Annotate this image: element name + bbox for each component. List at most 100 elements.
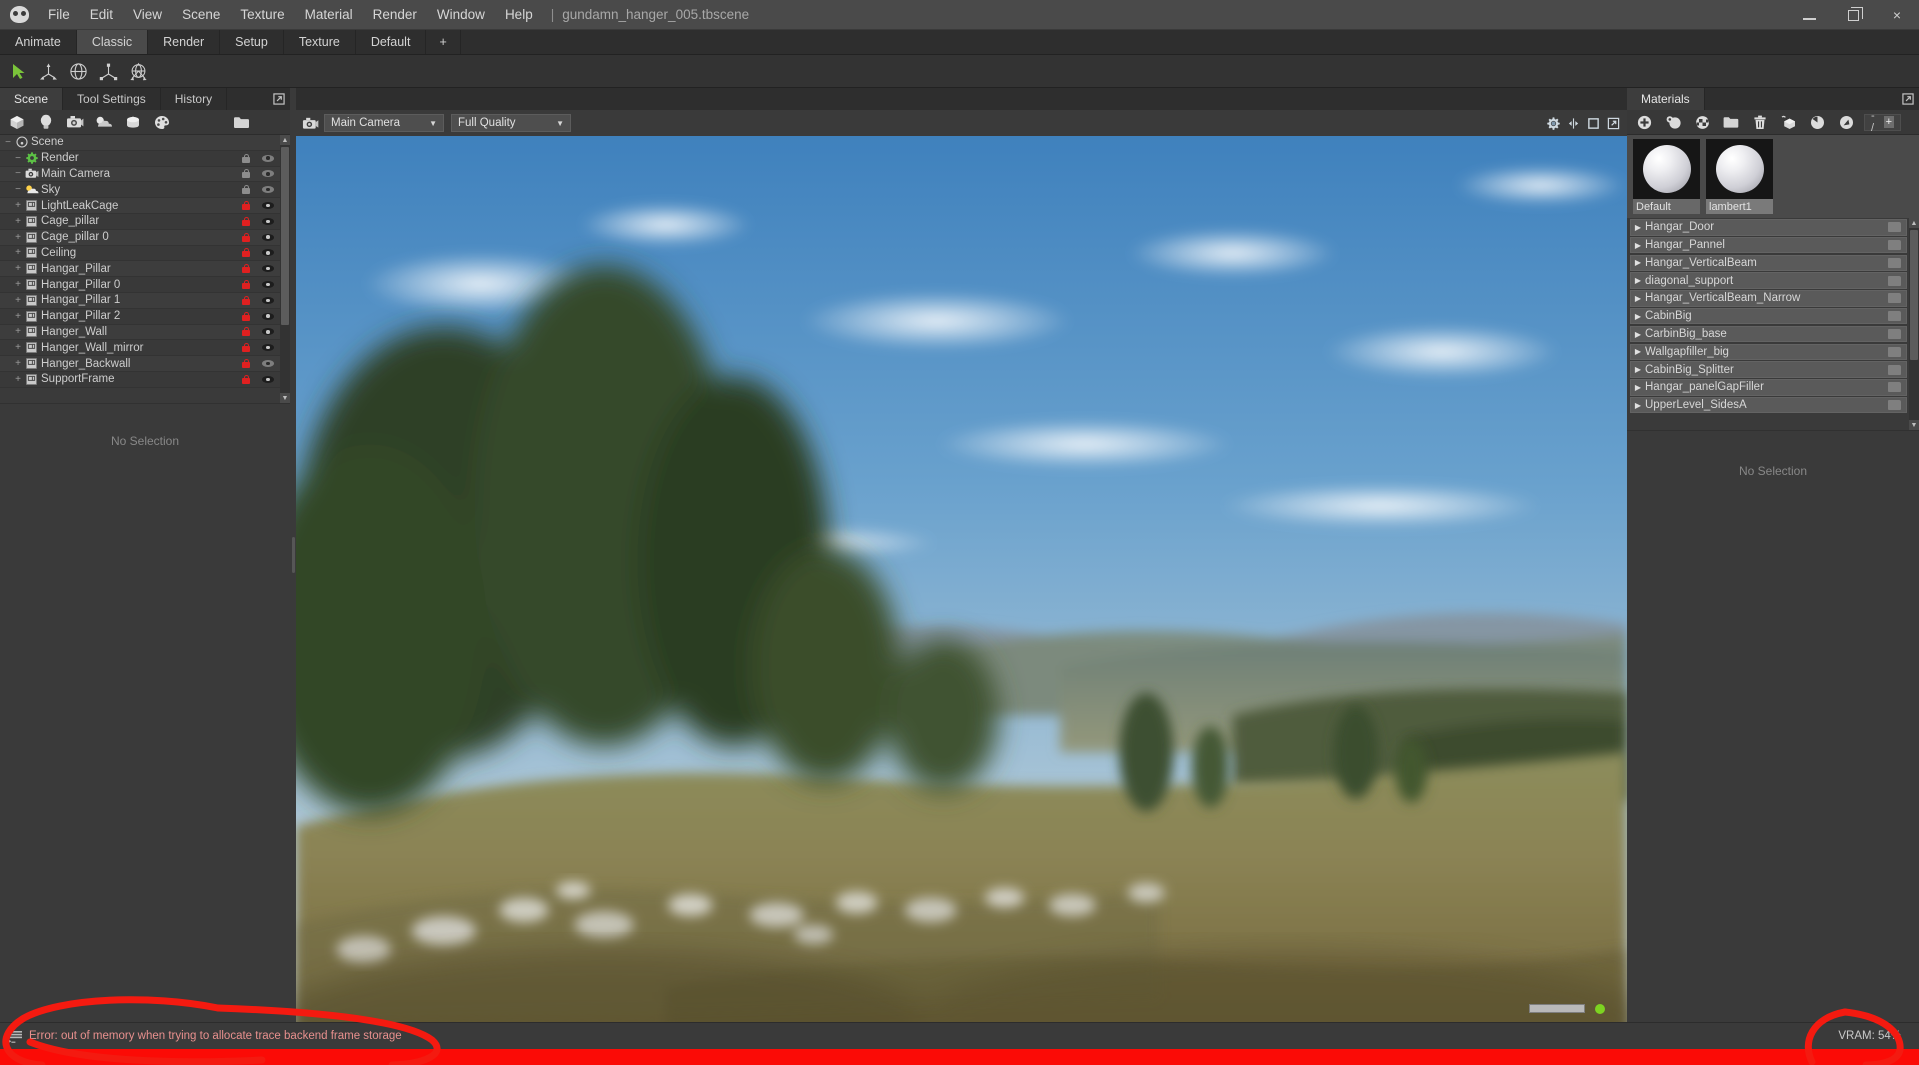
visibility-toggle[interactable] bbox=[257, 296, 279, 304]
expand-icon[interactable]: + bbox=[12, 342, 24, 353]
visibility-toggle[interactable] bbox=[257, 375, 279, 383]
layout-tab-render[interactable]: Render bbox=[148, 30, 221, 54]
expand-icon[interactable]: + bbox=[12, 216, 24, 227]
import-folder-button[interactable] bbox=[230, 112, 252, 133]
scene-tree-item[interactable]: − Scene bbox=[0, 135, 280, 151]
assign-material-button[interactable] bbox=[1778, 112, 1800, 133]
expand-triangle-icon[interactable]: ▶ bbox=[1631, 241, 1645, 250]
scene-tree-item[interactable]: + Hangar_Pillar 0 bbox=[0, 277, 280, 293]
lock-toggle[interactable] bbox=[235, 374, 257, 384]
menu-texture[interactable]: Texture bbox=[230, 1, 294, 28]
folder-icon[interactable] bbox=[1886, 292, 1903, 305]
menu-view[interactable]: View bbox=[123, 1, 172, 28]
scale-tool[interactable] bbox=[95, 58, 122, 85]
lock-toggle[interactable] bbox=[235, 327, 257, 337]
visibility-toggle[interactable] bbox=[257, 328, 279, 336]
material-list-item[interactable]: ▶ Hangar_Door bbox=[1630, 219, 1907, 236]
expand-icon[interactable]: + bbox=[12, 200, 24, 211]
material-count-field[interactable]: - / + bbox=[1864, 110, 1901, 134]
scroll-down-arrow[interactable]: ▼ bbox=[1909, 420, 1919, 430]
console-icon[interactable] bbox=[7, 1030, 23, 1043]
add-object-button[interactable] bbox=[122, 112, 144, 133]
visibility-toggle[interactable] bbox=[257, 265, 279, 273]
expand-triangle-icon[interactable]: ▶ bbox=[1631, 347, 1645, 356]
material-thumbnail[interactable]: lambert1 bbox=[1706, 139, 1773, 218]
material-list[interactable]: ▶ Hangar_Door ▶ Hangar_Pannel ▶ Hangar_Vertic… bbox=[1627, 218, 1919, 430]
close-button[interactable]: × bbox=[1875, 0, 1919, 30]
expand-triangle-icon[interactable]: ▶ bbox=[1631, 365, 1645, 374]
scene-tree-item[interactable]: + Hanger_Wall bbox=[0, 324, 280, 341]
material-list-item[interactable]: ▶ CabinBig_Splitter bbox=[1630, 361, 1907, 378]
add-material-button[interactable] bbox=[151, 112, 173, 133]
material-list-item[interactable]: ▶ diagonal_support bbox=[1630, 272, 1907, 289]
scroll-up-arrow[interactable]: ▲ bbox=[1909, 218, 1919, 228]
folder-icon[interactable] bbox=[1886, 345, 1903, 358]
add-mesh-button[interactable] bbox=[6, 112, 28, 133]
layout-tab-default[interactable]: Default bbox=[356, 30, 427, 54]
visibility-toggle[interactable] bbox=[257, 233, 279, 241]
material-list-item[interactable]: ▶ Hangar_VerticalBeam_Narrow bbox=[1630, 290, 1907, 307]
viewport-popout-icon[interactable] bbox=[1607, 117, 1620, 130]
refresh-material-button[interactable] bbox=[1807, 112, 1829, 133]
visibility-toggle[interactable] bbox=[257, 186, 279, 194]
scrollbar-thumb[interactable] bbox=[1910, 230, 1918, 360]
lock-toggle[interactable] bbox=[235, 232, 257, 242]
expand-triangle-icon[interactable]: ▶ bbox=[1631, 276, 1645, 285]
scene-tree-item[interactable]: − Sky bbox=[0, 182, 280, 199]
menu-help[interactable]: Help bbox=[495, 1, 543, 28]
folder-icon[interactable] bbox=[1886, 381, 1903, 394]
tab-history[interactable]: History bbox=[161, 88, 228, 110]
lock-toggle[interactable] bbox=[235, 295, 257, 305]
expand-icon[interactable]: + bbox=[12, 247, 24, 258]
scene-tree-item[interactable]: + Hangar_Pillar bbox=[0, 261, 280, 278]
scene-tree-item[interactable]: + Ceiling bbox=[0, 245, 280, 262]
folder-icon[interactable] bbox=[1886, 399, 1903, 412]
menu-render[interactable]: Render bbox=[363, 1, 427, 28]
material-list-scrollbar[interactable]: ▲ ▼ bbox=[1909, 218, 1919, 430]
expand-icon[interactable]: + bbox=[12, 263, 24, 274]
material-list-item[interactable]: ▶ Hangar_VerticalBeam bbox=[1630, 254, 1907, 272]
add-light-button[interactable] bbox=[35, 112, 57, 133]
lock-toggle[interactable] bbox=[235, 264, 257, 274]
menu-edit[interactable]: Edit bbox=[80, 1, 123, 28]
material-list-item[interactable]: ▶ Hangar_panelGapFiller bbox=[1630, 379, 1907, 396]
visibility-toggle[interactable] bbox=[257, 344, 279, 352]
tab-tool-settings[interactable]: Tool Settings bbox=[63, 88, 161, 110]
scene-tree-item[interactable]: + Hanger_Backwall bbox=[0, 356, 280, 372]
add-sky-button[interactable] bbox=[93, 112, 115, 133]
lock-toggle[interactable] bbox=[235, 248, 257, 258]
material-list-item[interactable]: ▶ CarbinBig_base bbox=[1630, 325, 1907, 343]
add-camera-button[interactable] bbox=[64, 112, 86, 133]
viewport-maximize-icon[interactable] bbox=[1587, 117, 1600, 130]
folder-icon[interactable] bbox=[1886, 256, 1903, 269]
collapse-icon[interactable]: − bbox=[12, 153, 24, 164]
maximize-button[interactable] bbox=[1831, 0, 1875, 30]
folder-icon[interactable] bbox=[1886, 221, 1903, 234]
lock-toggle[interactable] bbox=[235, 311, 257, 321]
folder-icon[interactable] bbox=[1886, 310, 1903, 323]
quality-select[interactable]: Full Quality ▼ bbox=[451, 114, 571, 132]
material-thumbnail[interactable]: Default bbox=[1633, 139, 1700, 218]
folder-icon[interactable] bbox=[1886, 363, 1903, 376]
browse-material-button[interactable] bbox=[1835, 112, 1857, 133]
expand-icon[interactable]: + bbox=[12, 279, 24, 290]
lock-toggle[interactable] bbox=[235, 280, 257, 290]
add-layout-tab-button[interactable]: + bbox=[426, 30, 461, 54]
minimize-button[interactable] bbox=[1787, 0, 1831, 30]
expand-icon[interactable]: + bbox=[12, 295, 24, 306]
layout-tab-setup[interactable]: Setup bbox=[220, 30, 284, 54]
expand-triangle-icon[interactable]: ▶ bbox=[1631, 312, 1645, 321]
expand-triangle-icon[interactable]: ▶ bbox=[1631, 294, 1645, 303]
scrollbar-thumb[interactable] bbox=[281, 147, 289, 325]
layout-tab-animate[interactable]: Animate bbox=[0, 30, 77, 54]
expand-triangle-icon[interactable]: ▶ bbox=[1631, 330, 1645, 339]
layout-tab-texture[interactable]: Texture bbox=[284, 30, 356, 54]
material-list-item[interactable]: ▶ Hangar_Pannel bbox=[1630, 236, 1907, 254]
rotate-tool[interactable] bbox=[65, 58, 92, 85]
tab-materials[interactable]: Materials bbox=[1627, 88, 1705, 110]
add-material-button[interactable] bbox=[1634, 112, 1656, 133]
scene-tree-item[interactable]: + LightLeakCage bbox=[0, 198, 280, 214]
menu-scene[interactable]: Scene bbox=[172, 1, 230, 28]
layout-tab-classic[interactable]: Classic bbox=[76, 30, 149, 54]
collapse-icon[interactable]: − bbox=[2, 137, 14, 148]
